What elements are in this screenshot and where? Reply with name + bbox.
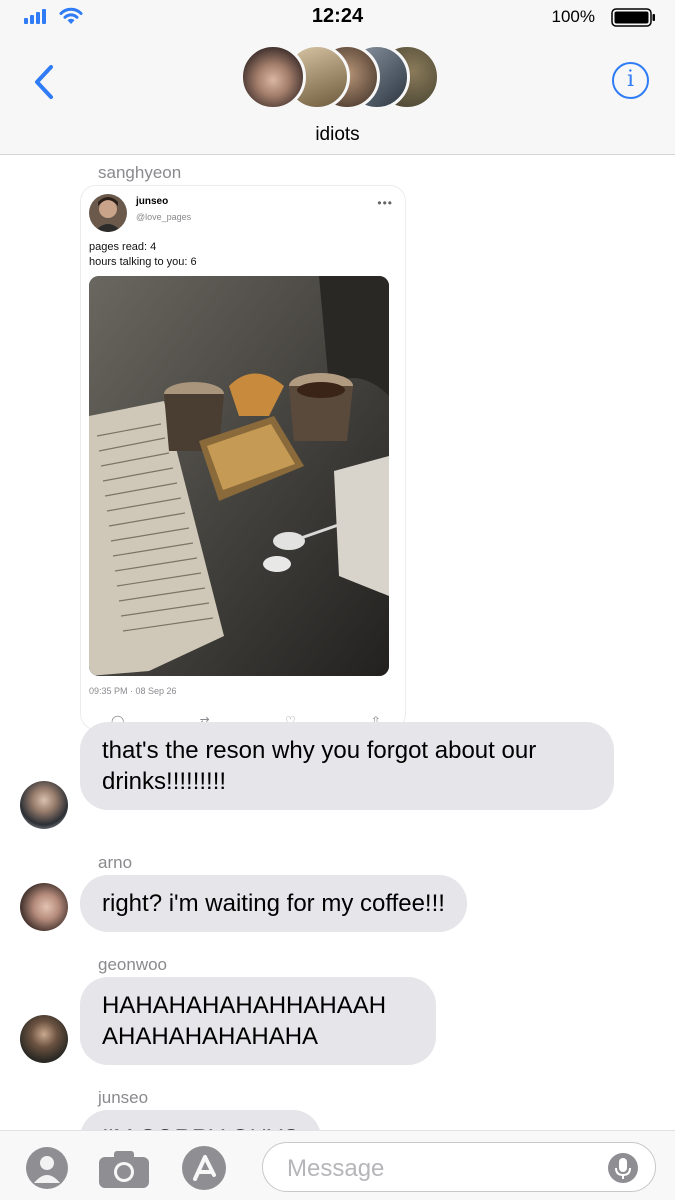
- app-store-icon[interactable]: [181, 1145, 227, 1191]
- sender-avatar[interactable]: [20, 883, 68, 931]
- tweet-text-line: hours talking to you: 6: [89, 256, 197, 268]
- battery-percentage: 100%: [551, 7, 595, 26]
- microphone-icon[interactable]: [607, 1152, 639, 1184]
- sender-name: geonwoo: [98, 955, 168, 974]
- group-name[interactable]: idiots: [0, 124, 675, 146]
- conversation-header: i idiots: [0, 34, 675, 155]
- sender-name: sanghyeon: [98, 163, 182, 182]
- tweet-avatar: [89, 194, 127, 232]
- back-chevron-icon[interactable]: [30, 62, 58, 102]
- info-button[interactable]: i: [612, 62, 649, 99]
- status-bar: 12:24 100%: [0, 0, 675, 34]
- tweet-screenshot-attachment[interactable]: junseo @love_pages ••• pages read: 4 hou…: [80, 185, 406, 730]
- tweet-author-handle: @love_pages: [136, 212, 192, 222]
- message-bubble[interactable]: right? i'm waiting for my coffee!!!: [80, 875, 467, 932]
- message-bubble[interactable]: HAHAHAHAHAHHAHAAH AHAHAHAHAHAHA: [80, 977, 436, 1065]
- contact-icon[interactable]: [25, 1146, 69, 1190]
- tweet-author-name: junseo: [136, 196, 169, 207]
- sender-avatar[interactable]: [20, 1015, 68, 1063]
- cafe-photo-illustration: [89, 276, 389, 676]
- message-bubble[interactable]: I'M SORRY GUYS: [80, 1110, 322, 1130]
- message-bubble[interactable]: that's the reson why you forgot about ou…: [80, 722, 614, 810]
- sender-name: junseo: [98, 1088, 149, 1107]
- battery-icon: [611, 8, 655, 27]
- member-avatar: [240, 44, 306, 110]
- tweet-text: pages read: 4 hours talking to you: 6: [89, 240, 197, 270]
- message-list: sanghyeon junseo @love_pages ••• pages r…: [0, 155, 675, 1130]
- tweet-photo: [89, 276, 389, 676]
- more-icon: •••: [377, 196, 393, 210]
- tweet-text-line: pages read: 4: [89, 241, 157, 253]
- tweet-timestamp: 09:35 PM · 08 Sep 26: [89, 686, 177, 696]
- group-avatar-stack[interactable]: [240, 44, 440, 110]
- sender-name: arno: [98, 853, 133, 872]
- message-input-placeholder: Message: [287, 1155, 385, 1182]
- sender-avatar[interactable]: [20, 781, 68, 829]
- compose-bar: Message: [0, 1130, 675, 1200]
- message-input[interactable]: Message: [262, 1142, 656, 1192]
- camera-icon[interactable]: [97, 1149, 151, 1189]
